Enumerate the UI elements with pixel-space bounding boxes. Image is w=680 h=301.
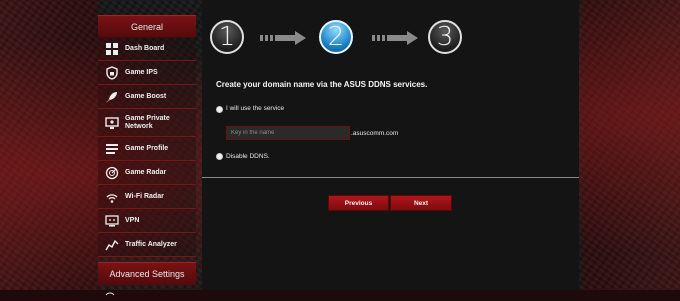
- sidebar-item-label: Wi-Fi Radar: [125, 192, 164, 200]
- monitor-network-icon: [104, 115, 120, 131]
- sidebar-item-game-ips[interactable]: Game IPS: [98, 61, 196, 85]
- radio-disable-ddns[interactable]: [216, 153, 223, 160]
- sidebar-item-label: VPN: [125, 216, 140, 224]
- page-title: Create your domain name via the ASUS DDN…: [216, 80, 428, 89]
- sidebar-item-label: Game IPS: [125, 68, 158, 76]
- hostname-input[interactable]: [226, 126, 350, 140]
- sidebar-item-vpn[interactable]: VPN: [98, 209, 196, 233]
- wizard-panel: 1 2 3 Create your domain name via the AS…: [202, 0, 579, 290]
- previous-button[interactable]: Previous: [328, 195, 389, 211]
- profile-list-icon: [104, 141, 120, 157]
- sidebar-item-label: Game Boost: [125, 92, 167, 100]
- traffic-analyzer-icon: [104, 237, 120, 253]
- step-indicator: 1 2 3: [202, 0, 579, 70]
- sidebar-item-traffic-analyzer[interactable]: Traffic Analyzer: [98, 233, 196, 257]
- radio-use-service[interactable]: [216, 106, 223, 113]
- step-3: 3: [428, 20, 462, 54]
- shield-lock-icon: [104, 65, 120, 81]
- radar-icon: [104, 165, 120, 181]
- sidebar-item-label: Game Private Network: [125, 114, 170, 130]
- sidebar-item-game-radar[interactable]: Game Radar: [98, 161, 196, 185]
- step-2: 2: [319, 20, 353, 54]
- dashboard-icon: [104, 41, 120, 57]
- divider: [202, 177, 579, 178]
- sidebar-item-label: Traffic Analyzer: [125, 240, 177, 248]
- sidebar-item-dashboard[interactable]: Dash Board: [98, 37, 196, 61]
- sidebar-item-wifi-radar[interactable]: Wi-Fi Radar: [98, 185, 196, 209]
- sidebar-item-game-private-network[interactable]: Game Private Network: [98, 109, 196, 137]
- rocket-icon: [104, 89, 120, 105]
- next-button[interactable]: Next: [390, 195, 452, 211]
- radio-use-service-label[interactable]: I will use the service: [226, 105, 284, 112]
- radio-disable-ddns-label[interactable]: Disable DDNS.: [226, 153, 270, 160]
- sidebar-item-game-profile[interactable]: Game Profile: [98, 137, 196, 161]
- sidebar: General Dash Board Game IPS Game Boost G…: [98, 0, 196, 290]
- sidebar-item-label: Game Profile: [125, 144, 169, 152]
- step-1: 1: [210, 20, 244, 54]
- sidebar-header-advanced: Advanced Settings: [98, 262, 196, 285]
- sidebar-item-game-boost[interactable]: Game Boost: [98, 85, 196, 109]
- wifi-radar-icon: [104, 189, 120, 205]
- step-arrow-icon: [372, 31, 418, 45]
- step-arrow-icon: [260, 31, 306, 45]
- sidebar-item-label: Game Radar: [125, 168, 167, 176]
- vpn-icon: [104, 213, 120, 229]
- domain-suffix: .asuscomm.com: [351, 130, 399, 137]
- wireless-icon: [105, 283, 115, 296]
- sidebar-item-label: Dash Board: [125, 44, 165, 52]
- sidebar-header-general: General: [98, 15, 196, 38]
